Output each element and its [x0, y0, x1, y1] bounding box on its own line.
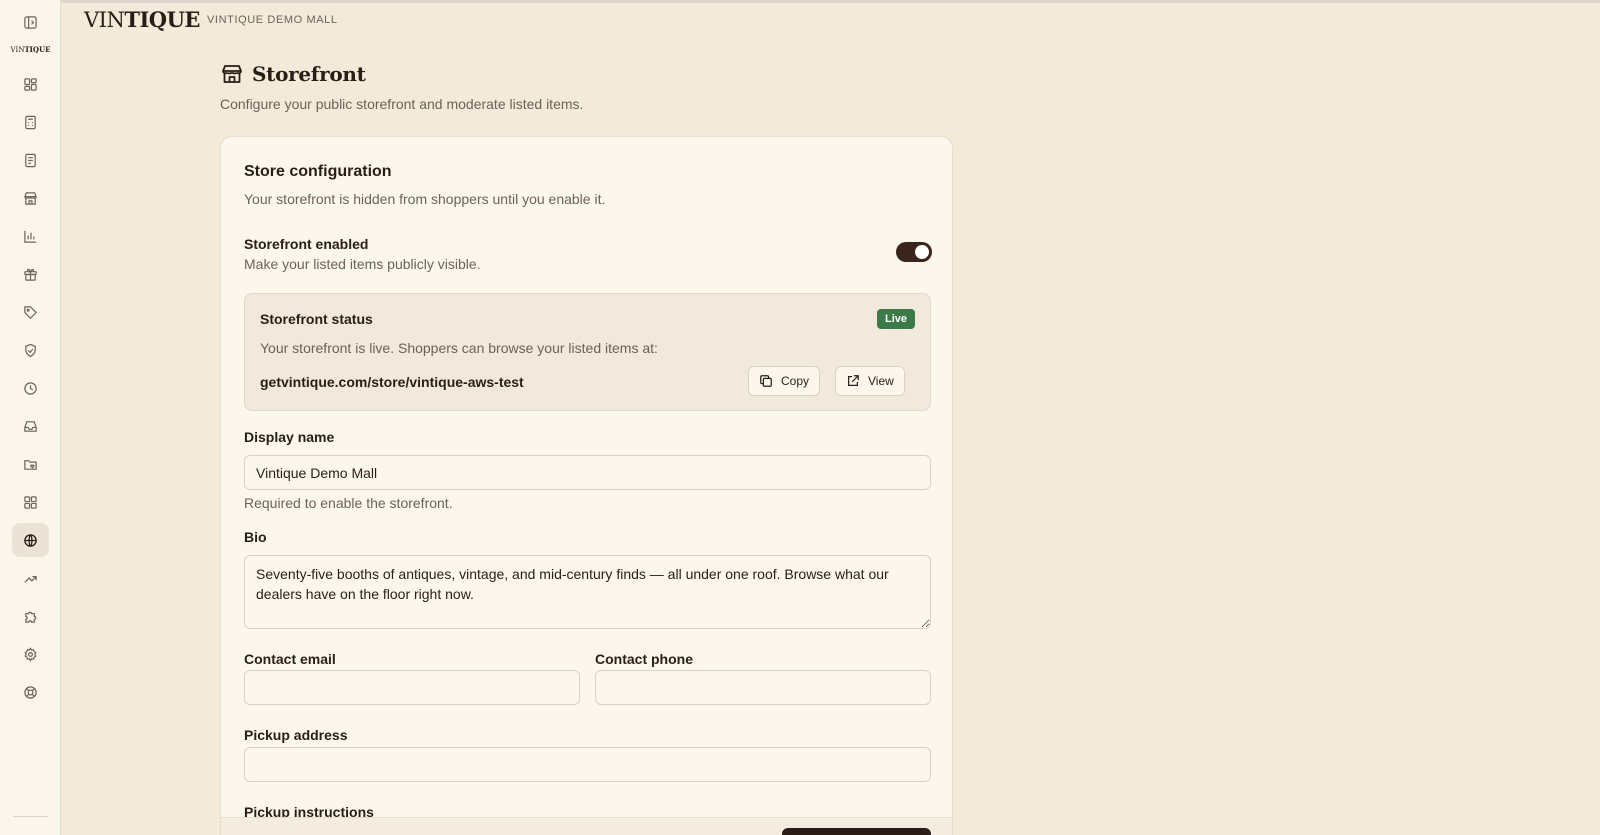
document-icon[interactable]: [12, 143, 49, 177]
lifebuoy-icon[interactable]: [12, 675, 49, 709]
display-name-label: Display name: [244, 429, 335, 445]
trending-up-icon[interactable]: [12, 561, 49, 595]
puzzle-icon[interactable]: [12, 599, 49, 633]
sidebar-divider: [13, 816, 48, 817]
sidebar-logo: VINTIQUE: [10, 45, 51, 54]
card-title: Store configuration: [244, 163, 392, 180]
gift-icon[interactable]: [12, 257, 49, 291]
gear-icon[interactable]: [12, 637, 49, 671]
external-link-icon: [848, 375, 859, 386]
display-name-help: Required to enable the storefront.: [244, 495, 453, 511]
pickup-address-label: Pickup address: [244, 727, 348, 743]
storefront-status-panel: Storefront status Live Your storefront i…: [244, 293, 931, 411]
pickup-address-input[interactable]: [244, 747, 931, 782]
status-text: Your storefront is live. Shoppers can br…: [260, 340, 658, 356]
clock-icon[interactable]: [12, 371, 49, 405]
card-subtitle: Your storefront is hidden from shoppers …: [244, 191, 606, 207]
bar-chart-icon[interactable]: [12, 219, 49, 253]
toggle-knob: [915, 245, 929, 259]
globe-icon[interactable]: [12, 523, 49, 557]
contact-phone-label: Contact phone: [595, 651, 693, 667]
contact-phone-input[interactable]: [595, 670, 931, 705]
contact-email-label: Contact email: [244, 651, 336, 667]
folder-heart-icon[interactable]: [12, 447, 49, 481]
page-heading: Storefront: [220, 62, 366, 86]
status-title: Storefront status: [260, 311, 373, 327]
page-title: Storefront: [252, 62, 366, 86]
view-label: View: [868, 374, 894, 388]
apps-grid-icon[interactable]: [12, 485, 49, 519]
sidebar-toggle-icon[interactable]: [12, 5, 49, 39]
save-button[interactable]: [782, 828, 931, 835]
page-subtitle: Configure your public storefront and mod…: [220, 96, 584, 112]
storefront-icon[interactable]: [12, 181, 49, 215]
storefront-enabled-help: Make your listed items publicly visible.: [244, 256, 481, 272]
calculator-icon[interactable]: [12, 105, 49, 139]
contact-email-input[interactable]: [244, 670, 580, 705]
storefront-url: getvintique.com/store/vintique-aws-test: [260, 374, 524, 390]
mall-name: VINTIQUE DEMO MALL: [207, 14, 338, 26]
tag-icon[interactable]: [12, 295, 49, 329]
storefront-enabled-label: Storefront enabled: [244, 236, 369, 252]
inbox-icon[interactable]: [12, 409, 49, 443]
bio-label: Bio: [244, 529, 267, 545]
view-storefront-button[interactable]: View: [835, 366, 905, 396]
storefront-icon: [222, 65, 242, 83]
brand-logo[interactable]: VINTIQUE: [84, 7, 200, 32]
bio-textarea[interactable]: Seventy-five booths of antiques, vintage…: [244, 555, 931, 629]
copy-url-button[interactable]: Copy: [748, 366, 821, 396]
shield-check-icon[interactable]: [12, 333, 49, 367]
status-badge: Live: [876, 309, 915, 329]
storefront-enabled-toggle[interactable]: [896, 242, 932, 262]
dashboard-icon[interactable]: [12, 67, 49, 101]
display-name-input[interactable]: [244, 455, 931, 490]
copy-label: Copy: [781, 374, 810, 388]
sidebar: VINTIQUE: [0, 0, 61, 835]
card-footer: [221, 817, 952, 835]
store-configuration-card: Store configuration Your storefront is h…: [220, 136, 953, 835]
top-border: [0, 0, 1600, 3]
copy-icon: [760, 375, 772, 387]
